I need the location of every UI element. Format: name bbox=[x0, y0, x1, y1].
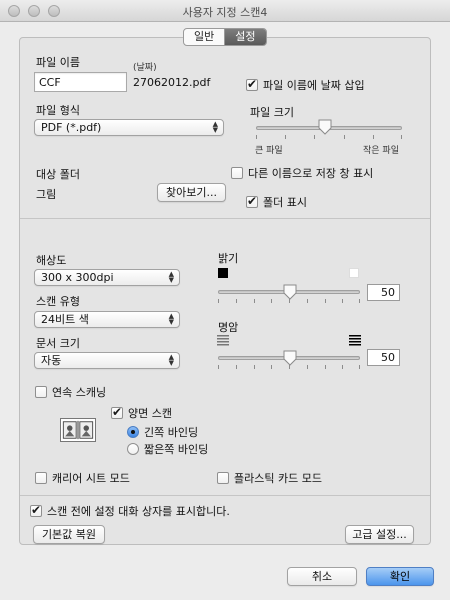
brightness-label: 밝기 bbox=[218, 252, 239, 265]
ok-button[interactable]: 확인 bbox=[366, 567, 434, 586]
plastic-card-label: 플라스틱 카드 모드 bbox=[234, 472, 322, 485]
save-as-label: 다른 이름으로 저장 창 표시 bbox=[248, 167, 374, 180]
file-type-label: 파일 형식 bbox=[36, 104, 80, 117]
checkbox-icon bbox=[111, 405, 123, 419]
show-folder-checkbox[interactable]: 폴더 표시 bbox=[246, 194, 307, 210]
radio-icon bbox=[127, 426, 139, 438]
advanced-settings-button[interactable]: 고급 설정... bbox=[345, 525, 414, 544]
carrier-sheet-checkbox[interactable]: 캐리어 시트 모드 bbox=[35, 470, 130, 486]
date-hint: (날짜) bbox=[133, 63, 157, 73]
section-divider bbox=[20, 495, 430, 496]
tab-bar: 일반 설정 bbox=[183, 28, 267, 46]
duplex-scan-label: 양면 스캔 bbox=[128, 407, 172, 420]
continuous-scan-label: 연속 스캐닝 bbox=[52, 386, 107, 399]
file-type-value: PDF (*.pdf) bbox=[41, 121, 102, 134]
tab-general[interactable]: 일반 bbox=[184, 29, 224, 45]
popup-arrows-icon: ▲ ▼ bbox=[168, 312, 174, 326]
popup-arrows-icon: ▲ ▼ bbox=[212, 120, 218, 134]
scan-settings-window: 사용자 지정 스캔4 일반 설정 파일 이름 (날짜) CCF 27062012… bbox=[0, 0, 450, 600]
tab-settings[interactable]: 설정 bbox=[225, 29, 266, 45]
file-type-select[interactable]: PDF (*.pdf) ▲ ▼ bbox=[34, 119, 224, 136]
popup-arrows-icon: ▲ ▼ bbox=[168, 353, 174, 367]
resolution-value: 300 x 300dpi bbox=[41, 271, 114, 284]
file-size-slider-knob[interactable] bbox=[318, 119, 332, 135]
window-title: 사용자 지정 스캔4 bbox=[182, 6, 268, 19]
scan-type-value: 24비트 색 bbox=[41, 313, 89, 326]
file-name-suffix: 27062012.pdf bbox=[133, 76, 211, 89]
title-bar: 사용자 지정 스캔4 bbox=[0, 0, 450, 22]
duplex-scan-icon bbox=[60, 418, 96, 442]
high-contrast-icon bbox=[349, 335, 361, 346]
document-size-value: 자동 bbox=[41, 354, 62, 367]
insert-date-checkbox[interactable]: 파일 이름에 날짜 삽입 bbox=[246, 77, 365, 93]
brightness-ticks bbox=[218, 299, 360, 304]
continuous-scan-checkbox[interactable]: 연속 스캐닝 bbox=[35, 384, 106, 400]
document-size-label: 문서 크기 bbox=[36, 337, 80, 350]
carrier-sheet-label: 캐리어 시트 모드 bbox=[52, 472, 130, 485]
contrast-slider-knob[interactable] bbox=[283, 350, 297, 366]
folder-value: 그림 bbox=[36, 188, 57, 201]
file-name-label: 파일 이름 bbox=[36, 56, 80, 69]
contrast-value[interactable]: 50 bbox=[367, 349, 400, 366]
file-name-input[interactable]: CCF bbox=[34, 72, 127, 92]
long-edge-radio[interactable]: 긴쪽 바인딩 bbox=[127, 424, 198, 440]
section-divider bbox=[20, 218, 430, 219]
size-small-label: 작은 파일 bbox=[363, 146, 399, 156]
popup-arrows-icon: ▲ ▼ bbox=[168, 270, 174, 284]
cancel-button[interactable]: 취소 bbox=[287, 567, 357, 586]
scan-type-select[interactable]: 24비트 색 ▲ ▼ bbox=[34, 311, 180, 328]
checkbox-icon bbox=[246, 194, 258, 208]
document-size-select[interactable]: 자동 ▲ ▼ bbox=[34, 352, 180, 369]
short-edge-label: 짧은쪽 바인딩 bbox=[144, 443, 209, 456]
show-folder-label: 폴더 표시 bbox=[263, 196, 307, 209]
checkbox-icon bbox=[35, 472, 47, 484]
duplex-scan-checkbox[interactable]: 양면 스캔 bbox=[111, 405, 172, 421]
save-as-checkbox[interactable]: 다른 이름으로 저장 창 표시 bbox=[231, 165, 373, 181]
file-size-ticks bbox=[256, 135, 402, 140]
file-size-label: 파일 크기 bbox=[250, 106, 294, 119]
show-dialog-label: 스캔 전에 설정 대화 상자를 표시합니다. bbox=[47, 505, 230, 518]
show-dialog-checkbox[interactable]: 스캔 전에 설정 대화 상자를 표시합니다. bbox=[30, 503, 230, 519]
short-edge-radio[interactable]: 짧은쪽 바인딩 bbox=[127, 441, 208, 457]
contrast-ticks bbox=[218, 365, 360, 370]
plastic-card-checkbox[interactable]: 플라스틱 카드 모드 bbox=[217, 470, 322, 486]
destination-folder-label: 대상 폴더 bbox=[36, 168, 80, 181]
radio-icon bbox=[127, 443, 139, 455]
checkbox-icon bbox=[231, 167, 243, 179]
long-edge-label: 긴쪽 바인딩 bbox=[144, 426, 199, 439]
insert-date-label: 파일 이름에 날짜 삽입 bbox=[263, 79, 365, 92]
checkbox-icon bbox=[35, 386, 47, 398]
restore-defaults-button[interactable]: 기본값 복원 bbox=[33, 525, 105, 544]
contrast-label: 명암 bbox=[218, 321, 239, 334]
brightness-slider-knob[interactable] bbox=[283, 284, 297, 300]
low-contrast-icon bbox=[217, 335, 229, 346]
brightness-value[interactable]: 50 bbox=[367, 284, 400, 301]
dark-swatch-icon bbox=[218, 268, 228, 278]
size-large-label: 큰 파일 bbox=[255, 146, 283, 156]
scan-type-label: 스캔 유형 bbox=[36, 295, 80, 308]
light-swatch-icon bbox=[349, 268, 359, 278]
resolution-label: 해상도 bbox=[36, 254, 67, 267]
checkbox-icon bbox=[217, 472, 229, 484]
browse-button[interactable]: 찾아보기... bbox=[157, 183, 226, 202]
checkbox-icon bbox=[30, 503, 42, 517]
resolution-select[interactable]: 300 x 300dpi ▲ ▼ bbox=[34, 269, 180, 286]
checkbox-icon bbox=[246, 77, 258, 91]
